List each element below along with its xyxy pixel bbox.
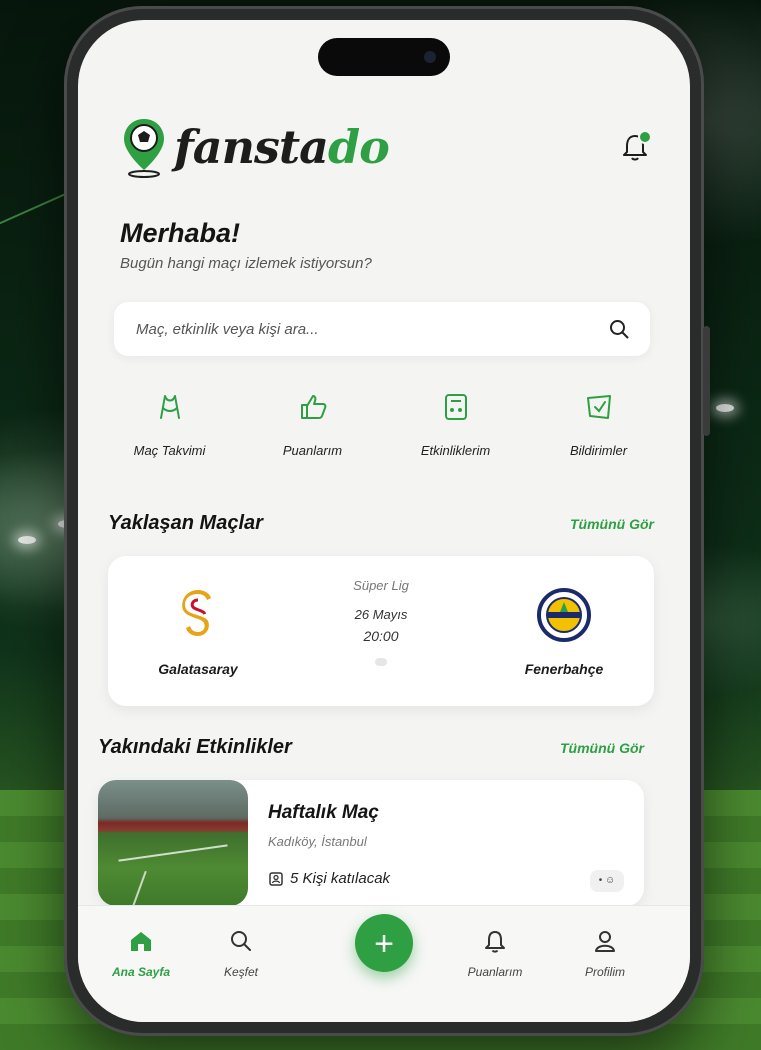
attendees-count: 5 Kişi katılacak — [290, 870, 391, 887]
galatasaray-crest-icon — [182, 590, 211, 636]
people-icon — [269, 871, 283, 886]
quick-action-label: Maç Takvimi — [133, 443, 206, 458]
tab-label: Ana Sayfa — [111, 965, 171, 979]
stadium-icon — [159, 395, 180, 419]
tab-label: Keşfet — [223, 965, 259, 979]
vs-indicator — [375, 658, 387, 666]
phone-screen: fanstado Merhaba! Bugün hangi maçı izlem… — [78, 20, 690, 1022]
avatar-stack: • ☺ — [590, 870, 624, 892]
pitch-marking — [131, 870, 147, 906]
event-card[interactable]: Haftalık Maç Kadıköy, İstanbul 5 Kişi ka… — [98, 780, 644, 906]
tab-profile[interactable]: Profilim — [560, 928, 650, 979]
ticket-icon — [444, 394, 467, 420]
greeting-title: Merhaba! — [120, 218, 241, 248]
app-logo: fanstado — [120, 116, 390, 178]
search-icon[interactable] — [608, 318, 630, 340]
bottom-tab-bar: Ana Sayfa Keşfet + Puanlarım Profilim — [78, 905, 690, 1022]
app-header: fanstado — [110, 116, 658, 188]
quick-action-my-events[interactable]: Etkinliklerim — [396, 390, 516, 458]
user-icon — [595, 931, 615, 952]
floodlight — [716, 404, 734, 412]
pitch-marking — [118, 844, 228, 862]
notification-dot — [638, 130, 652, 144]
quick-action-label: Bildirimler — [569, 443, 628, 458]
away-team-name: Fenerbahçe — [524, 661, 604, 677]
search-input[interactable] — [134, 319, 608, 339]
home-team: Galatasaray — [128, 588, 268, 677]
app-name: fanstado — [174, 120, 390, 174]
fenerbahce-crest-icon — [537, 588, 591, 642]
tab-home[interactable]: Ana Sayfa — [96, 928, 186, 979]
search-icon — [231, 931, 251, 951]
match-card[interactable]: Galatasaray Süper Lig 26 Mayıs 20:00 Fen… — [108, 556, 654, 706]
soccer-pin-icon — [124, 119, 164, 178]
event-title: Haftalık Maç — [268, 802, 379, 823]
see-all-link[interactable]: Tümünü Gör — [560, 740, 644, 756]
phone-frame: fanstado Merhaba! Bugün hangi maçı izlem… — [64, 6, 710, 1036]
add-button[interactable]: + — [355, 914, 413, 972]
greeting: Merhaba! Bugün hangi maçı izlemek istiyo… — [120, 218, 372, 272]
league-name: Süper Lig — [353, 578, 409, 593]
quick-action-label: Puanlarım — [282, 443, 343, 458]
quick-actions: Maç Takvimi Puanlarım Etkinliklerim Bild… — [98, 390, 670, 458]
away-team: Fenerbahçe — [494, 588, 634, 677]
quick-action-notifications[interactable]: Bildirimler — [539, 390, 659, 458]
notifications-button[interactable] — [618, 130, 652, 164]
camera — [424, 51, 436, 63]
event-stadium-image — [98, 780, 248, 906]
see-all-link[interactable]: Tümünü Gör — [570, 516, 654, 532]
search-bar — [114, 302, 650, 356]
bell-icon — [485, 931, 505, 953]
tab-label: Puanlarım — [467, 965, 523, 979]
match-time: 20:00 — [363, 628, 399, 644]
greeting-subtitle: Bugün hangi maçı izlemek istiyorsun? — [120, 255, 372, 272]
upcoming-matches-header: Yaklaşan Maçlar Tümünü Gör — [108, 512, 654, 535]
tab-label: Profilim — [584, 965, 625, 979]
phone-side-button — [703, 326, 710, 436]
notification-icon — [586, 395, 611, 419]
app-name-part2: do — [328, 120, 390, 174]
event-attendees: 5 Kişi katılacak — [268, 870, 390, 887]
home-team-name: Galatasaray — [158, 661, 238, 677]
match-info: Süper Lig 26 Mayıs 20:00 — [321, 578, 441, 666]
app-name-part1: fansta — [174, 120, 329, 174]
dynamic-island — [318, 38, 450, 76]
quick-action-label: Etkinliklerim — [420, 443, 491, 458]
match-date: 26 Mayıs — [354, 607, 408, 622]
home-icon — [131, 932, 151, 951]
section-title: Yakındaki Etkinlikler — [98, 736, 292, 758]
tab-my-points[interactable]: Puanlarım — [450, 928, 540, 979]
floodlight — [18, 536, 36, 544]
section-title: Yaklaşan Maçlar — [108, 512, 263, 534]
tab-explore[interactable]: Keşfet — [196, 928, 286, 979]
thumbs-up-icon — [300, 395, 326, 419]
quick-action-match-calendar[interactable]: Maç Takvimi — [110, 390, 230, 458]
event-location: Kadıköy, İstanbul — [268, 834, 367, 849]
quick-action-my-points[interactable]: Puanlarım — [253, 390, 373, 458]
nearby-events-header: Yakındaki Etkinlikler Tümünü Gör — [98, 736, 644, 759]
